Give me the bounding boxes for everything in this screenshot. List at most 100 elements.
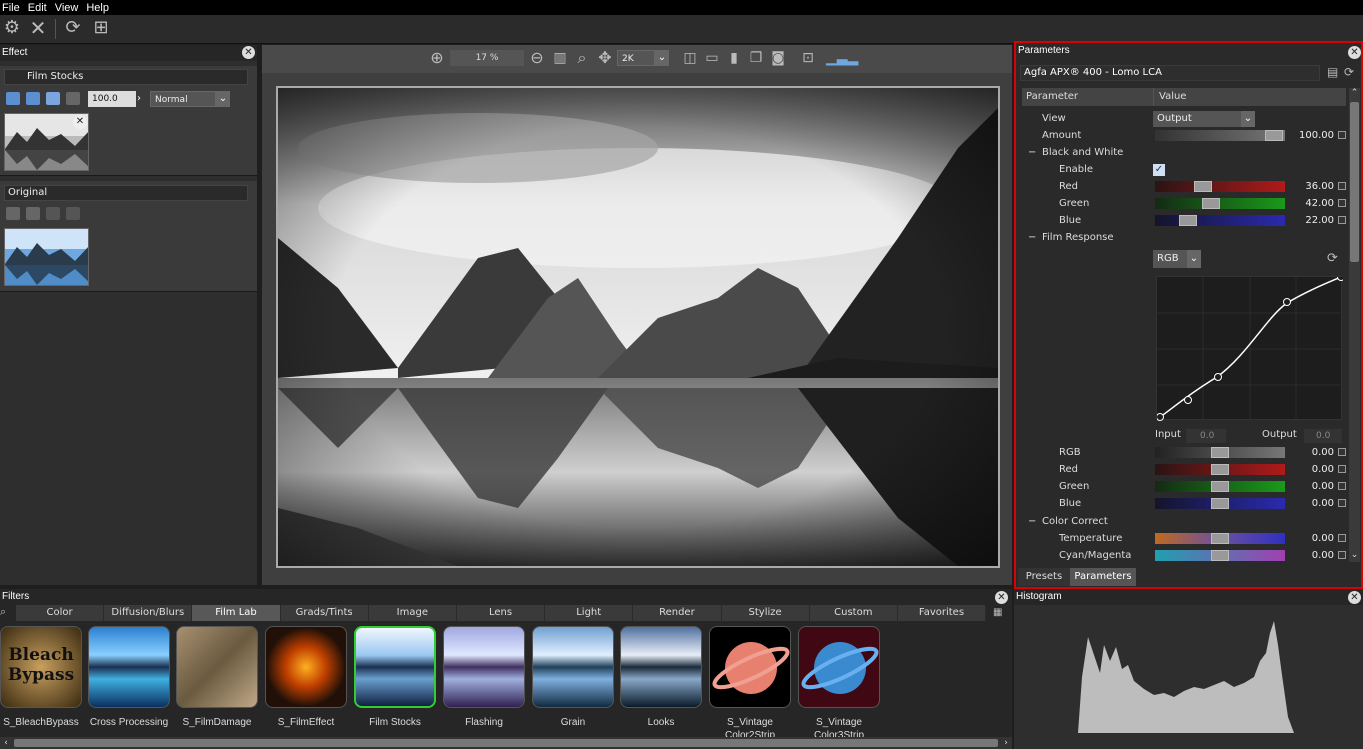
tab-favorites[interactable]: Favorites [897,605,987,621]
fr-red-slider[interactable] [1155,464,1285,475]
cm-value[interactable]: 0.00 [1288,547,1334,564]
opacity-field[interactable]: 100.0 [88,91,136,107]
tab-render[interactable]: Render [633,605,722,621]
slider-knob[interactable] [1211,550,1229,561]
chevron-right-icon[interactable]: › [137,91,147,107]
amount-value[interactable]: 100.00 [1288,127,1334,144]
copy-icon[interactable]: ❐ [744,47,768,71]
filter-film-stocks[interactable]: Film Stocks [354,626,436,729]
split-view-icon[interactable]: ◫ [678,47,702,71]
temperature-slider[interactable] [1155,533,1285,544]
preview-image[interactable] [276,86,1000,568]
fr-rgb-value[interactable]: 0.00 [1288,444,1334,461]
keyframe-button[interactable] [1338,534,1346,542]
menu-view[interactable]: View [55,2,79,14]
slider-knob[interactable] [1211,464,1229,475]
scrollbar[interactable]: ⌃ ⌄ [1349,88,1360,562]
keyframe-button[interactable] [1338,131,1346,139]
fr-blue-slider[interactable] [1155,498,1285,509]
keyframe-button[interactable] [1338,182,1346,190]
curve-channel-select[interactable]: RGB [1153,250,1187,268]
tab-grads-tints[interactable]: Grads/Tints [280,605,369,621]
chevron-down-icon[interactable]: ⌄ [216,91,230,107]
tab-custom[interactable]: Custom [809,605,898,621]
pan-icon[interactable]: ✥ [593,47,617,71]
chevron-down-icon[interactable]: ⌄ [1187,250,1201,268]
scroll-down-icon[interactable]: ⌄ [1349,550,1360,561]
fit-icon[interactable]: ▥ [548,47,572,71]
fr-blue-value[interactable]: 0.00 [1288,495,1334,512]
remove-effect-icon[interactable]: ✕ [73,115,87,129]
blue-value[interactable]: 22.00 [1288,212,1334,229]
amount-slider[interactable] [1155,130,1285,141]
temp-value[interactable]: 0.00 [1288,530,1334,547]
filter-bleach-bypass[interactable]: Bleach Bypass S_BleachBypass [0,626,82,729]
filter-vintage-color3strip[interactable]: S_Vintage Color3Strip [798,626,880,742]
slider-knob[interactable] [1265,130,1283,141]
original-label[interactable]: Original [4,185,248,201]
red-value[interactable]: 36.00 [1288,178,1334,195]
collapse-icon[interactable]: − [1028,144,1036,161]
close-icon[interactable]: ✕ [995,591,1008,604]
search-icon[interactable]: ⌕ [0,605,14,621]
tab-parameters[interactable]: Parameters [1070,568,1136,586]
collapse-icon[interactable]: − [1028,229,1036,246]
menu-file[interactable]: File [2,2,20,14]
keyframe-button[interactable] [1338,499,1346,507]
slider-knob[interactable] [1211,498,1229,509]
tab-light[interactable]: Light [545,605,634,621]
scroll-thumb[interactable] [1350,102,1359,262]
keyframe-button[interactable] [1338,551,1346,559]
reset-curve-icon[interactable]: ⟳ [1327,251,1341,267]
scroll-left-icon[interactable]: ‹ [0,737,12,749]
magnifier-icon[interactable]: ⌕ [570,47,594,71]
chevron-down-icon[interactable]: ⌄ [1241,111,1255,127]
single-view-icon[interactable]: ▮ [722,47,746,71]
slider-knob[interactable] [1211,481,1229,492]
collapse-icon[interactable]: − [1028,513,1036,530]
green-value[interactable]: 42.00 [1288,195,1334,212]
lightning-icon[interactable] [46,92,60,105]
chevron-down-icon[interactable]: ⌄ [655,50,669,66]
filter-film-effect[interactable]: S_FilmEffect [265,626,347,729]
keyframe-button[interactable] [1338,482,1346,490]
slider-knob[interactable] [1194,181,1212,192]
refresh-icon[interactable]: ⟳ [1344,65,1358,81]
filter-film-damage[interactable]: S_FilmDamage [176,626,258,729]
original-thumbnail[interactable] [4,228,89,286]
close-icon[interactable]: ✕ [242,46,255,59]
filter-grain[interactable]: Grain [532,626,614,729]
compare-icon[interactable]: ▭ [700,47,724,71]
filters-scrollbar[interactable]: ‹ › [0,737,1012,749]
zoom-out-icon[interactable]: ⊖ [525,47,549,71]
gear-icon[interactable]: ⚙ [0,17,24,41]
effect-stack-label[interactable]: Film Stocks [4,69,248,85]
fr-green-slider[interactable] [1155,481,1285,492]
cyan-magenta-slider[interactable] [1155,550,1285,561]
zoom-field[interactable]: 17 % [450,50,524,66]
fr-red-value[interactable]: 0.00 [1288,461,1334,478]
close-effect-icon[interactable]: ✕ [26,17,50,41]
camera-icon[interactable]: ◙ [766,47,790,71]
slider-knob[interactable] [1179,215,1197,226]
frame-icon[interactable]: ⊡ [796,47,820,71]
output-value[interactable]: 0.0 [1304,429,1342,443]
monitor-icon[interactable] [26,92,40,105]
tab-diffusion-blurs[interactable]: Diffusion/Blurs [104,605,193,621]
slider-knob[interactable] [1211,447,1229,458]
enable-checkbox[interactable]: ✓ [1153,164,1165,176]
fr-green-value[interactable]: 0.00 [1288,478,1334,495]
slider-knob[interactable] [1202,198,1220,209]
blue-slider[interactable] [1155,215,1285,226]
fr-rgb-slider[interactable] [1155,447,1285,458]
filter-looks[interactable]: Looks [620,626,702,729]
green-slider[interactable] [1155,198,1285,209]
edit-icon[interactable] [6,92,20,105]
filter-vintage-color2strip[interactable]: S_Vintage Color2Strip [709,626,791,742]
refresh-icon[interactable]: ⟳ [61,17,85,41]
menu-help[interactable]: Help [86,2,109,14]
document-icon[interactable]: ▤ [1327,65,1341,81]
keyframe-button[interactable] [1338,448,1346,456]
tab-color[interactable]: Color [16,605,105,621]
close-icon[interactable]: ✕ [1348,46,1361,59]
